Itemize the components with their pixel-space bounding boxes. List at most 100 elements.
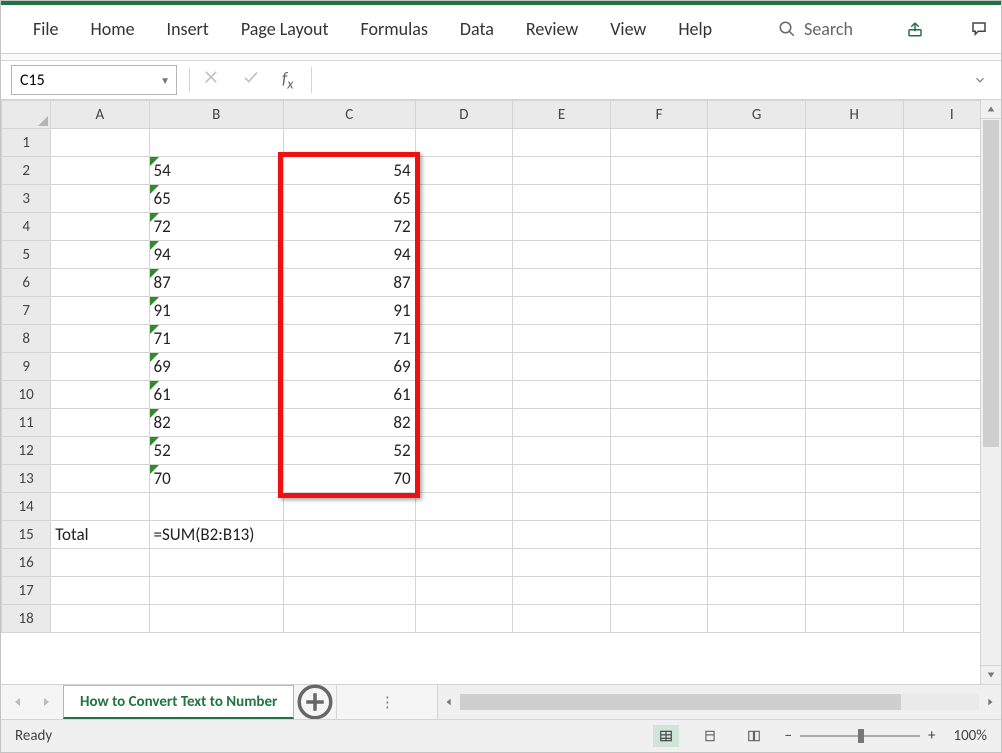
page-break-view-button[interactable] <box>741 725 767 747</box>
row-header-11[interactable]: 11 <box>2 409 51 437</box>
cell-B12[interactable]: 52 <box>149 437 283 465</box>
cell-C6[interactable]: 87 <box>283 269 415 297</box>
row-header-5[interactable]: 5 <box>2 241 51 269</box>
cell-E14[interactable] <box>513 493 611 521</box>
cell-D1[interactable] <box>415 129 513 157</box>
row-header-8[interactable]: 8 <box>2 325 51 353</box>
cell-B9[interactable]: 69 <box>149 353 283 381</box>
cell-G11[interactable] <box>708 409 806 437</box>
insert-function-icon[interactable]: fx <box>282 68 293 92</box>
sheet-nav-buttons[interactable] <box>1 685 63 719</box>
cell-E17[interactable] <box>513 577 611 605</box>
cell-G10[interactable] <box>708 381 806 409</box>
cell-F13[interactable] <box>610 465 708 493</box>
select-all-corner[interactable] <box>2 101 51 129</box>
formula-bar[interactable] <box>311 67 957 93</box>
cell-F8[interactable] <box>610 325 708 353</box>
review-tab[interactable]: Review <box>522 12 582 46</box>
cell-H8[interactable] <box>805 325 903 353</box>
column-header-H[interactable]: H <box>805 101 903 129</box>
cell-B15[interactable]: =SUM(B2:B13) <box>149 521 283 549</box>
column-header-D[interactable]: D <box>415 101 513 129</box>
cell-D6[interactable] <box>415 269 513 297</box>
cell-D11[interactable] <box>415 409 513 437</box>
scroll-up-icon[interactable] <box>981 100 1001 119</box>
cell-H18[interactable] <box>805 605 903 633</box>
cell-F14[interactable] <box>610 493 708 521</box>
cell-G2[interactable] <box>708 157 806 185</box>
cell-F2[interactable] <box>610 157 708 185</box>
row-header-14[interactable]: 14 <box>2 493 51 521</box>
name-box[interactable]: C15 ▼ <box>11 65 177 95</box>
cell-E16[interactable] <box>513 549 611 577</box>
cell-H14[interactable] <box>805 493 903 521</box>
cell-H13[interactable] <box>805 465 903 493</box>
formulas-tab[interactable]: Formulas <box>357 12 432 46</box>
column-header-G[interactable]: G <box>708 101 806 129</box>
cell-A5[interactable] <box>51 241 149 269</box>
cell-G18[interactable] <box>708 605 806 633</box>
column-header-E[interactable]: E <box>513 101 611 129</box>
cell-C11[interactable]: 82 <box>283 409 415 437</box>
column-header-F[interactable]: F <box>610 101 708 129</box>
row-header-4[interactable]: 4 <box>2 213 51 241</box>
cell-C3[interactable]: 65 <box>283 185 415 213</box>
zoom-out-icon[interactable]: − <box>785 727 792 745</box>
row-header-2[interactable]: 2 <box>2 157 51 185</box>
cell-H2[interactable] <box>805 157 903 185</box>
cell-F7[interactable] <box>610 297 708 325</box>
cell-F5[interactable] <box>610 241 708 269</box>
row-header-17[interactable]: 17 <box>2 577 51 605</box>
new-sheet-button[interactable] <box>294 685 336 719</box>
cell-H15[interactable] <box>805 521 903 549</box>
cell-C17[interactable] <box>283 577 415 605</box>
cell-F1[interactable] <box>610 129 708 157</box>
cell-H4[interactable] <box>805 213 903 241</box>
cell-B13[interactable]: 70 <box>149 465 283 493</box>
row-header-6[interactable]: 6 <box>2 269 51 297</box>
cell-C4[interactable]: 72 <box>283 213 415 241</box>
cell-G14[interactable] <box>708 493 806 521</box>
zoom-in-icon[interactable]: + <box>928 727 935 745</box>
cell-E5[interactable] <box>513 241 611 269</box>
cell-C9[interactable]: 69 <box>283 353 415 381</box>
cell-F17[interactable] <box>610 577 708 605</box>
cell-A15[interactable]: Total <box>51 521 149 549</box>
cell-A10[interactable] <box>51 381 149 409</box>
cell-C16[interactable] <box>283 549 415 577</box>
cell-E9[interactable] <box>513 353 611 381</box>
cell-C5[interactable]: 94 <box>283 241 415 269</box>
cell-F10[interactable] <box>610 381 708 409</box>
cell-C10[interactable]: 61 <box>283 381 415 409</box>
cell-B4[interactable]: 72 <box>149 213 283 241</box>
cell-D15[interactable] <box>415 521 513 549</box>
insert-tab[interactable]: Insert <box>163 12 213 46</box>
cell-E8[interactable] <box>513 325 611 353</box>
cell-E13[interactable] <box>513 465 611 493</box>
cell-F6[interactable] <box>610 269 708 297</box>
cell-G1[interactable] <box>708 129 806 157</box>
cell-A18[interactable] <box>51 605 149 633</box>
share-button[interactable] <box>897 13 933 45</box>
cell-E4[interactable] <box>513 213 611 241</box>
cell-A7[interactable] <box>51 297 149 325</box>
cell-D17[interactable] <box>415 577 513 605</box>
cell-G13[interactable] <box>708 465 806 493</box>
cell-C12[interactable]: 52 <box>283 437 415 465</box>
cell-D5[interactable] <box>415 241 513 269</box>
cell-B16[interactable] <box>149 549 283 577</box>
cell-G7[interactable] <box>708 297 806 325</box>
cell-G16[interactable] <box>708 549 806 577</box>
cell-E6[interactable] <box>513 269 611 297</box>
cell-E12[interactable] <box>513 437 611 465</box>
tab-split-handle[interactable]: ⋮ <box>336 685 438 719</box>
cell-D12[interactable] <box>415 437 513 465</box>
help-tab[interactable]: Help <box>674 12 716 46</box>
row-header-18[interactable]: 18 <box>2 605 51 633</box>
page-layout-tab[interactable]: Page Layout <box>237 12 333 46</box>
expand-formula-bar-icon[interactable] <box>969 73 991 87</box>
cell-A9[interactable] <box>51 353 149 381</box>
cell-B8[interactable]: 71 <box>149 325 283 353</box>
cell-G15[interactable] <box>708 521 806 549</box>
cell-A14[interactable] <box>51 493 149 521</box>
